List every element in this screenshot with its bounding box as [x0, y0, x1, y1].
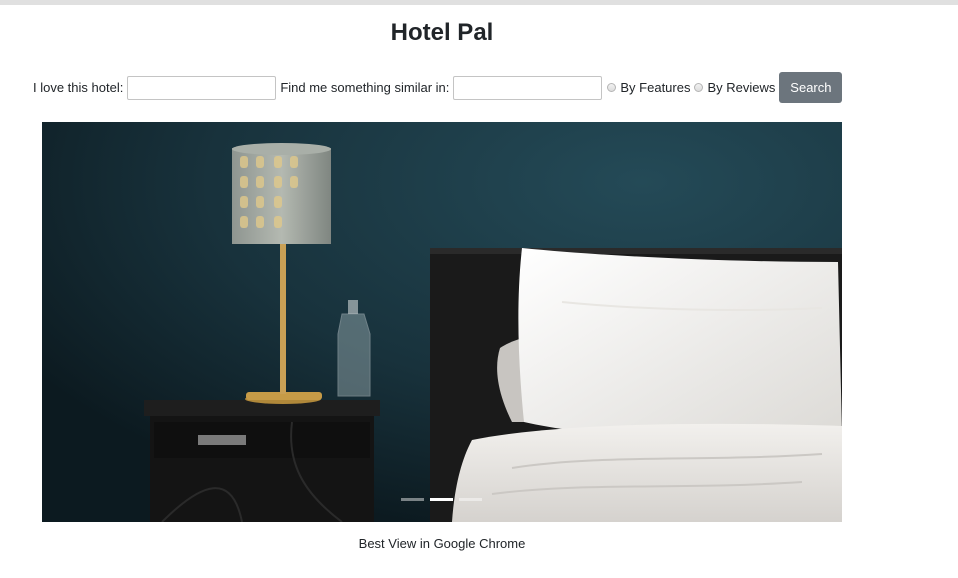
bedroom-photo — [42, 122, 842, 522]
similar-location-label: Find me something similar in: — [280, 79, 450, 95]
similar-location-input[interactable] — [453, 75, 603, 100]
by-reviews-radio[interactable] — [694, 83, 704, 92]
by-features-radio[interactable] — [607, 83, 617, 92]
search-form: I love this hotel: Find me something sim… — [33, 72, 843, 103]
by-features-option[interactable]: By Features — [607, 80, 690, 96]
by-features-label: By Features — [620, 79, 691, 95]
top-border — [0, 0, 958, 5]
love-hotel-input[interactable] — [127, 75, 277, 100]
image-carousel[interactable] — [42, 122, 842, 522]
carousel-indicator-2[interactable] — [430, 498, 453, 501]
carousel-indicator-1[interactable] — [401, 498, 424, 501]
footer-note: Best View in Google Chrome — [358, 536, 526, 551]
search-button[interactable]: Search — [779, 72, 843, 103]
carousel-indicators — [401, 498, 482, 501]
carousel-indicator-3[interactable] — [459, 498, 482, 501]
by-reviews-option[interactable]: By Reviews — [694, 80, 775, 96]
page-title: Hotel Pal — [390, 19, 494, 46]
by-reviews-label: By Reviews — [707, 79, 776, 95]
love-hotel-label: I love this hotel: — [33, 79, 124, 95]
